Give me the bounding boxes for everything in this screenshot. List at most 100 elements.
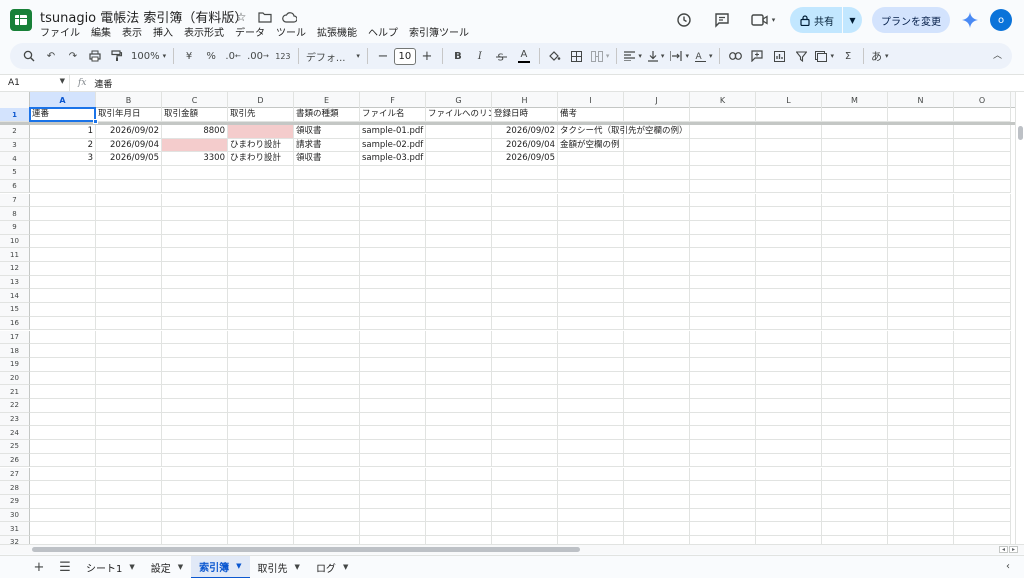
row-header[interactable]: 9	[0, 220, 30, 235]
grid-cell[interactable]	[492, 303, 558, 317]
grid-cell[interactable]	[558, 440, 624, 454]
font-size-input[interactable]: 10	[393, 47, 416, 65]
grid-cell[interactable]	[624, 207, 690, 221]
grid-cell[interactable]	[162, 166, 228, 180]
grid-cell[interactable]	[756, 234, 822, 249]
grid-cell[interactable]	[30, 179, 96, 194]
grid-cell[interactable]	[228, 316, 294, 331]
row-header[interactable]: 24	[0, 426, 30, 441]
grid-cell[interactable]	[888, 344, 954, 358]
grid-cell[interactable]	[558, 248, 624, 262]
grid-cell[interactable]	[30, 330, 96, 345]
column-header[interactable]: O	[954, 92, 1011, 108]
grid-cell[interactable]	[954, 289, 1011, 304]
grid-cell[interactable]	[888, 220, 954, 235]
grid-cell[interactable]	[558, 193, 624, 208]
grid-cell[interactable]	[228, 494, 294, 509]
change-plan-button[interactable]: プランを変更	[872, 7, 950, 33]
grid-cell[interactable]	[492, 330, 558, 345]
grid-cell[interactable]	[822, 467, 888, 482]
row-header[interactable]: 21	[0, 385, 30, 399]
grid-cell[interactable]	[492, 440, 558, 454]
header-cell[interactable]: ファイル名	[360, 108, 426, 122]
grid-cell[interactable]	[360, 316, 426, 331]
header-cell[interactable]: 取引金額	[162, 108, 228, 122]
grid-cell[interactable]	[30, 536, 96, 544]
row-header[interactable]: 3	[0, 138, 30, 153]
grid-cell[interactable]	[558, 262, 624, 276]
grid-cell[interactable]	[756, 522, 822, 536]
grid-cell[interactable]	[360, 303, 426, 317]
grid-cell[interactable]	[360, 494, 426, 509]
grid-cell[interactable]	[492, 207, 558, 221]
functions-button[interactable]: Σ	[837, 45, 859, 67]
grid-cell[interactable]	[822, 220, 888, 235]
sheet-tab[interactable]: シート1 ▼	[78, 556, 143, 578]
grid-cell[interactable]	[690, 166, 756, 180]
grid-cell[interactable]	[294, 166, 360, 180]
grid-cell[interactable]	[360, 166, 426, 180]
grid-cell[interactable]	[228, 344, 294, 358]
grid-cell[interactable]	[492, 344, 558, 358]
font-family-select[interactable]: デフォ...	[303, 45, 363, 67]
grid-cell[interactable]	[690, 481, 756, 495]
grid-cell[interactable]	[492, 385, 558, 399]
grid-cell[interactable]	[360, 344, 426, 358]
grid-cell[interactable]	[756, 207, 822, 221]
account-avatar[interactable]: o	[990, 9, 1012, 31]
grid-cell[interactable]	[426, 453, 492, 468]
grid-cell[interactable]	[162, 220, 228, 235]
grid-cell[interactable]	[558, 275, 624, 290]
grid-cell[interactable]	[822, 426, 888, 441]
menu-item[interactable]: 挿入	[153, 24, 173, 39]
grid-cell[interactable]	[96, 440, 162, 454]
grid-cell[interactable]	[228, 234, 294, 249]
grid-cell[interactable]	[360, 330, 426, 345]
grid-cell[interactable]	[954, 481, 1011, 495]
scroll-left-icon[interactable]: ◂	[999, 546, 1008, 553]
grid-cell[interactable]	[888, 275, 954, 290]
grid-cell[interactable]	[294, 303, 360, 317]
sheet-tab[interactable]: ログ ▼	[308, 556, 356, 578]
redo-icon[interactable]: ↷	[62, 45, 84, 67]
grid-cell[interactable]	[822, 385, 888, 399]
grid-cell[interactable]	[96, 303, 162, 317]
fill-color-icon[interactable]	[544, 45, 566, 67]
grid-cell[interactable]	[558, 481, 624, 495]
row-header[interactable]: 2	[0, 125, 30, 139]
grid-cell[interactable]	[954, 453, 1011, 468]
grid-cell[interactable]	[360, 440, 426, 454]
share-button[interactable]: 共有	[790, 7, 842, 33]
grid-cell[interactable]	[228, 289, 294, 304]
grid-cell[interactable]	[294, 248, 360, 262]
grid-cell[interactable]	[96, 275, 162, 290]
data-cell[interactable]	[558, 152, 624, 167]
grid-cell[interactable]	[888, 138, 954, 153]
grid-cell[interactable]	[228, 440, 294, 454]
data-cell[interactable]	[426, 125, 492, 139]
grid-cell[interactable]	[426, 426, 492, 441]
grid-cell[interactable]	[954, 220, 1011, 235]
grid-cell[interactable]	[30, 508, 96, 523]
grid-cell[interactable]	[624, 357, 690, 372]
grid-cell[interactable]	[690, 330, 756, 345]
menu-item[interactable]: 拡張機能	[317, 24, 357, 39]
grid-cell[interactable]	[294, 399, 360, 413]
grid-cell[interactable]	[822, 303, 888, 317]
grid-cell[interactable]	[756, 138, 822, 153]
grid-cell[interactable]	[96, 536, 162, 544]
grid-cell[interactable]	[954, 108, 1011, 122]
strikethrough-button[interactable]: S	[491, 45, 513, 67]
grid-cell[interactable]	[822, 166, 888, 180]
grid-cell[interactable]	[756, 440, 822, 454]
grid-cell[interactable]	[162, 508, 228, 523]
grid-cell[interactable]	[162, 262, 228, 276]
grid-cell[interactable]	[30, 426, 96, 441]
menu-item[interactable]: 索引簿ツール	[409, 24, 469, 39]
grid-cell[interactable]	[690, 508, 756, 523]
grid-cell[interactable]	[624, 152, 690, 167]
grid-cell[interactable]	[96, 399, 162, 413]
collapse-toolbar-icon[interactable]: ︿	[993, 48, 1002, 61]
grid-cell[interactable]	[492, 357, 558, 372]
grid-cell[interactable]	[756, 467, 822, 482]
